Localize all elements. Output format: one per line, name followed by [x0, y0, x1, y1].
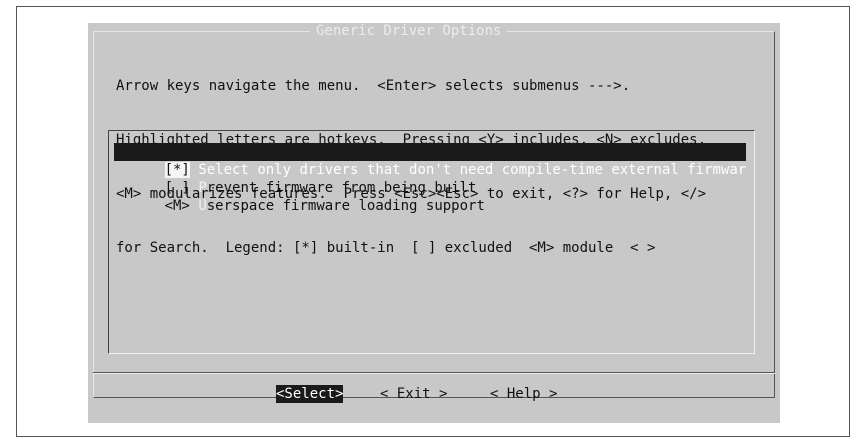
menu-item-prevent-firmware[interactable]: [ ] Prevent firmware from being built: [114, 161, 477, 196]
help-line-1: Arrow keys navigate the menu. <Enter> se…: [116, 78, 631, 94]
menu-item-select-only-drivers[interactable]: [*] Select only drivers that don't need …: [114, 143, 747, 178]
select-button[interactable]: <Select>: [276, 385, 344, 403]
menu-item-label: serspace firmware loading support: [206, 198, 485, 214]
menu-item-userspace-firmware[interactable]: <M> Userspace firmware loading support: [114, 179, 485, 214]
terminal-window: Generic Driver Options Arrow keys naviga…: [88, 23, 780, 423]
menu-list[interactable]: [*] Select only drivers that don't need …: [108, 130, 755, 354]
dialog-title: Generic Driver Options: [310, 23, 508, 39]
menu-item-hotkey: U: [198, 198, 207, 214]
button-bar: <Select> < Exit > < Help >: [88, 385, 780, 403]
help-button[interactable]: < Help >: [490, 385, 557, 403]
button-separator-highlight: [93, 373, 775, 374]
menu-item-state[interactable]: <M>: [165, 198, 190, 214]
exit-button[interactable]: < Exit >: [380, 385, 447, 403]
